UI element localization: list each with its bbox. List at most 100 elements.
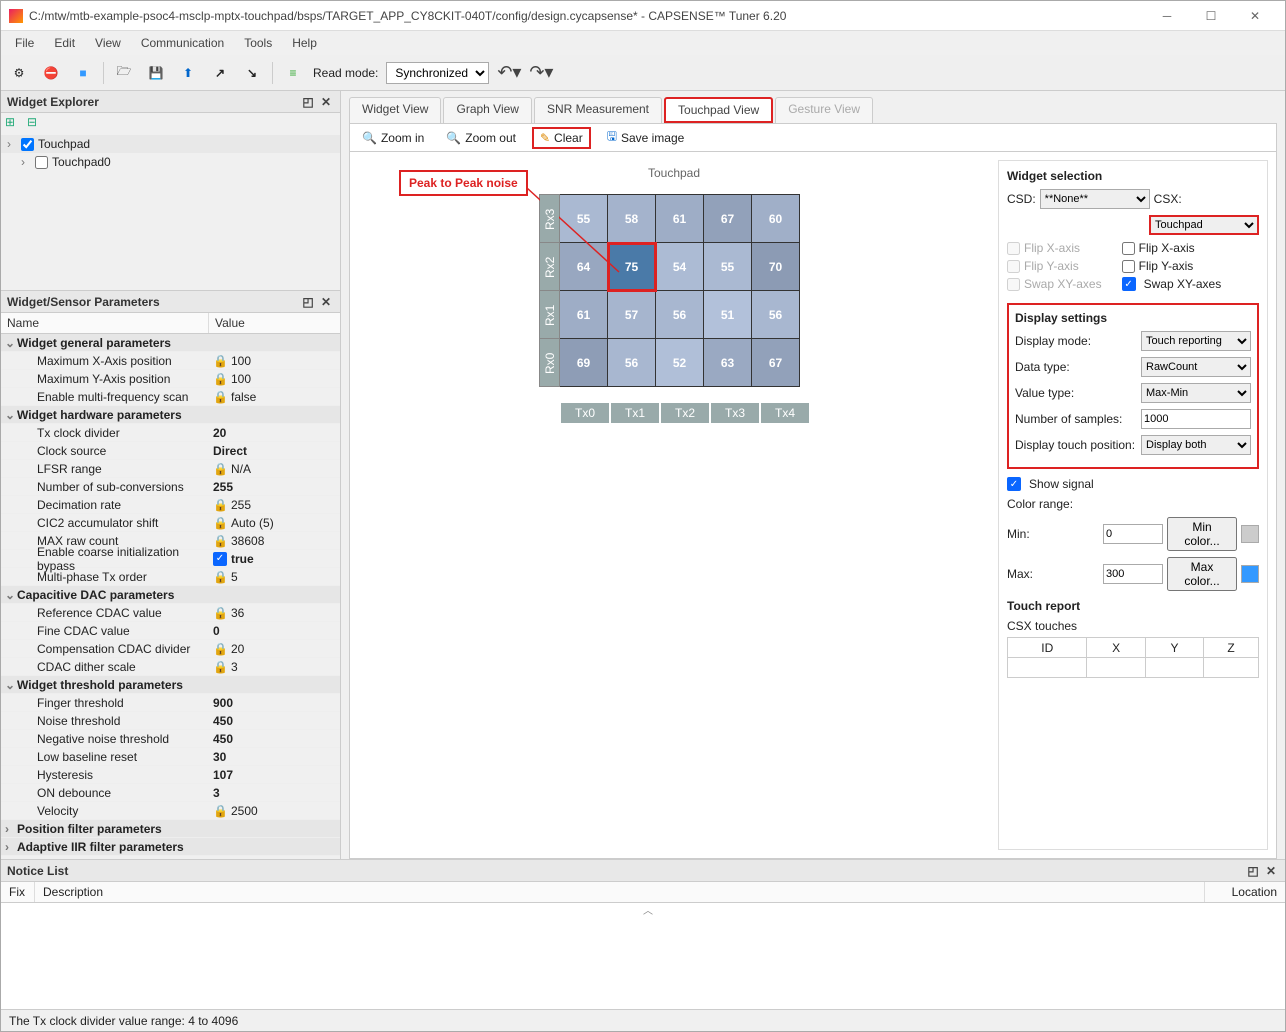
zoom-in-button[interactable]: 🔍Zoom in xyxy=(356,129,430,147)
heat-cell[interactable]: 56 xyxy=(656,291,704,339)
param-row[interactable]: Number of sub-conversions255 xyxy=(1,478,340,496)
open-icon[interactable]: 🗁 xyxy=(112,61,136,85)
list-icon[interactable]: ≡ xyxy=(281,61,305,85)
heat-cell[interactable]: 56 xyxy=(608,339,656,387)
zoom-out-button[interactable]: 🔍Zoom out xyxy=(440,129,522,147)
tab-gesture-view[interactable]: Gesture View xyxy=(775,97,873,123)
param-row[interactable]: Clock sourceDirect xyxy=(1,442,340,460)
read-mode-select[interactable]: Synchronized xyxy=(386,62,489,84)
close-panel-icon[interactable]: ✕ xyxy=(318,294,334,310)
import-icon[interactable]: ⬆ xyxy=(176,61,200,85)
param-row[interactable]: Compensation CDAC divider🔒20 xyxy=(1,640,340,658)
menu-help[interactable]: Help xyxy=(282,34,327,52)
undock-icon[interactable]: ◰ xyxy=(300,294,316,310)
undo-icon[interactable]: ↶▾ xyxy=(497,61,521,85)
num-samples-input[interactable] xyxy=(1141,409,1251,429)
heat-cell[interactable]: 56 xyxy=(752,291,800,339)
display-touch-select[interactable]: Display both xyxy=(1141,435,1251,455)
max-input[interactable] xyxy=(1103,564,1163,584)
param-row[interactable]: Low baseline reset30 xyxy=(1,748,340,766)
heat-cell[interactable]: 67 xyxy=(704,195,752,243)
csd-select[interactable]: **None** xyxy=(1040,189,1150,209)
close-panel-icon[interactable]: ✕ xyxy=(318,94,334,110)
tab-widget-view[interactable]: Widget View xyxy=(349,97,441,123)
param-row[interactable]: Maximum Y-Axis position🔒100 xyxy=(1,370,340,388)
menu-communication[interactable]: Communication xyxy=(131,34,234,52)
heat-cell[interactable]: 61 xyxy=(560,291,608,339)
tab-snr[interactable]: SNR Measurement xyxy=(534,97,662,123)
value-type-select[interactable]: Max-Min xyxy=(1141,383,1251,403)
heat-cell[interactable]: 58 xyxy=(608,195,656,243)
csx-select[interactable]: Touchpad xyxy=(1149,215,1259,235)
menu-tools[interactable]: Tools xyxy=(234,34,282,52)
tree-item[interactable]: ›Touchpad xyxy=(1,135,340,153)
tab-graph-view[interactable]: Graph View xyxy=(443,97,531,123)
param-row[interactable]: CDAC dither scale🔒3 xyxy=(1,658,340,676)
heat-cell[interactable]: 55 xyxy=(704,243,752,291)
heat-cell[interactable]: 55 xyxy=(560,195,608,243)
param-row[interactable]: Finger threshold900 xyxy=(1,694,340,712)
param-row[interactable]: LFSR range🔒N/A xyxy=(1,460,340,478)
param-group[interactable]: ⌄Capacitive DAC parameters xyxy=(1,586,340,604)
param-row[interactable]: Velocity🔒2500 xyxy=(1,802,340,820)
undock-icon[interactable]: ◰ xyxy=(1245,863,1261,879)
param-group[interactable]: ⌄Widget threshold parameters xyxy=(1,676,340,694)
clear-button[interactable]: ✎Clear xyxy=(532,127,591,149)
param-group[interactable]: ›Position filter parameters xyxy=(1,820,340,838)
connect-icon[interactable]: ■ xyxy=(71,61,95,85)
heat-cell[interactable]: 54 xyxy=(656,243,704,291)
expand-all-icon[interactable]: ⊞ xyxy=(5,115,23,133)
min-input[interactable] xyxy=(1103,524,1163,544)
tree-item[interactable]: ›Touchpad0 xyxy=(1,153,340,171)
notice-body[interactable]: ︿ xyxy=(1,903,1285,1009)
undock-icon[interactable]: ◰ xyxy=(300,94,316,110)
param-group[interactable]: ⌄Widget hardware parameters xyxy=(1,406,340,424)
param-row[interactable]: Fine CDAC value0 xyxy=(1,622,340,640)
export-down-icon[interactable]: ↘ xyxy=(240,61,264,85)
menu-edit[interactable]: Edit xyxy=(44,34,85,52)
heat-cell[interactable]: 63 xyxy=(704,339,752,387)
redo-icon[interactable]: ↷▾ xyxy=(529,61,553,85)
heat-cell[interactable]: 67 xyxy=(752,339,800,387)
param-row[interactable]: Tx clock divider20 xyxy=(1,424,340,442)
param-row[interactable]: Maximum X-Axis position🔒100 xyxy=(1,352,340,370)
param-row[interactable]: Noise threshold450 xyxy=(1,712,340,730)
save-icon[interactable]: 💾 xyxy=(144,61,168,85)
heat-cell[interactable]: 69 xyxy=(560,339,608,387)
export-up-icon[interactable]: ↗ xyxy=(208,61,232,85)
csx-flip-y[interactable]: Flip Y-axis xyxy=(1122,259,1222,273)
param-row[interactable]: CIC2 accumulator shift🔒Auto (5) xyxy=(1,514,340,532)
heat-cell[interactable]: 52 xyxy=(656,339,704,387)
param-row[interactable]: Negative noise threshold450 xyxy=(1,730,340,748)
menu-view[interactable]: View xyxy=(85,34,131,52)
param-row[interactable]: Enable coarse initialization bypass✓true xyxy=(1,550,340,568)
show-signal-check[interactable]: ✓Show signal xyxy=(1007,477,1259,491)
csx-swap[interactable]: ✓Swap XY-axes xyxy=(1122,277,1222,291)
heat-cell[interactable]: 64 xyxy=(560,243,608,291)
menu-file[interactable]: File xyxy=(5,34,44,52)
heat-cell[interactable]: 51 xyxy=(704,291,752,339)
widget-tree[interactable]: ›Touchpad›Touchpad0 xyxy=(1,135,340,290)
data-type-select[interactable]: RawCount xyxy=(1141,357,1251,377)
tab-touchpad-view[interactable]: Touchpad View xyxy=(664,97,773,123)
stop-icon[interactable]: ⛔ xyxy=(39,61,63,85)
heat-cell[interactable]: 70 xyxy=(752,243,800,291)
param-group[interactable]: ⌄Widget general parameters xyxy=(1,334,340,352)
param-row[interactable]: Decimation rate🔒255 xyxy=(1,496,340,514)
close-button[interactable]: ✕ xyxy=(1233,2,1277,30)
heat-cell[interactable]: 60 xyxy=(752,195,800,243)
gear-icon[interactable]: ⚙ xyxy=(7,61,31,85)
maximize-button[interactable]: ☐ xyxy=(1189,2,1233,30)
display-mode-select[interactable]: Touch reporting xyxy=(1141,331,1251,351)
collapse-all-icon[interactable]: ⊟ xyxy=(27,115,45,133)
param-group[interactable]: ›Adaptive IIR filter parameters xyxy=(1,838,340,856)
heat-cell[interactable]: 61 xyxy=(656,195,704,243)
minimize-button[interactable]: ─ xyxy=(1145,2,1189,30)
csx-flip-x[interactable]: Flip X-axis xyxy=(1122,241,1222,255)
param-row[interactable]: Enable multi-frequency scan🔒false xyxy=(1,388,340,406)
min-color-button[interactable]: Min color... xyxy=(1167,517,1237,551)
param-row[interactable]: ON debounce3 xyxy=(1,784,340,802)
save-image-button[interactable]: 🖫Save image xyxy=(601,125,691,150)
heat-cell[interactable]: 57 xyxy=(608,291,656,339)
param-row[interactable]: Hysteresis107 xyxy=(1,766,340,784)
